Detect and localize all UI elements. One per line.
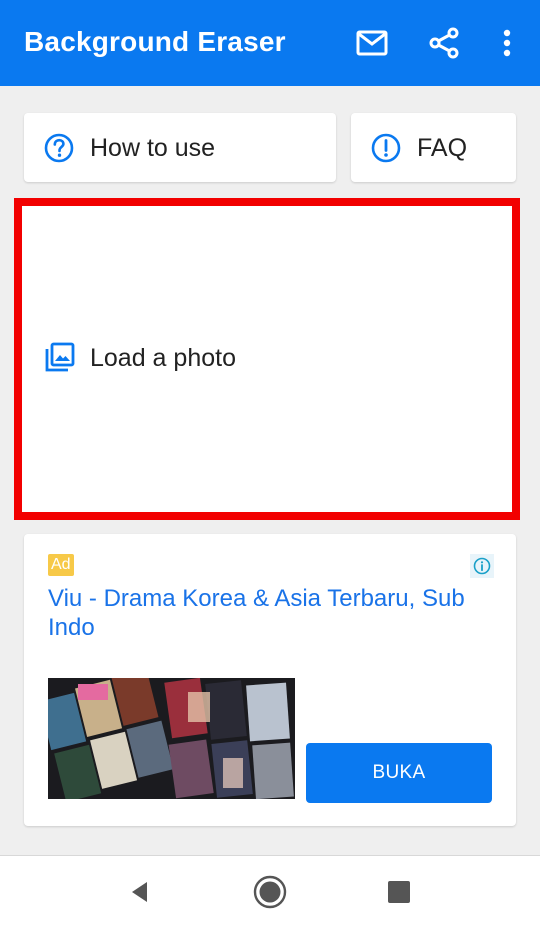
mail-icon: [356, 30, 388, 56]
ad-info-button[interactable]: [470, 554, 494, 578]
back-button[interactable]: [122, 874, 158, 910]
ad-card[interactable]: Ad Viu - Drama Korea & Asia Terbaru, Sub…: [24, 534, 516, 826]
ad-headline[interactable]: Viu - Drama Korea & Asia Terbaru, Sub In…: [48, 584, 498, 642]
home-icon: [253, 875, 287, 909]
ad-badge: Ad: [48, 554, 74, 576]
exclamation-circle-icon: [371, 133, 401, 163]
app-title: Background Eraser: [24, 26, 286, 57]
ad-cta-button[interactable]: BUKA: [306, 743, 492, 803]
how-to-use-label: How to use: [90, 134, 216, 162]
mail-button[interactable]: [354, 25, 390, 61]
how-to-use-button[interactable]: How to use: [24, 113, 336, 182]
drama-posters-image: [48, 678, 295, 799]
faq-label: FAQ: [417, 134, 468, 162]
load-photo-label: Load a photo: [90, 344, 236, 372]
more-options-button[interactable]: [489, 25, 525, 61]
faq-button[interactable]: FAQ: [351, 113, 516, 182]
share-button[interactable]: [426, 25, 462, 61]
help-circle-icon: [44, 133, 74, 163]
recents-icon: [388, 881, 410, 903]
info-icon: [473, 557, 491, 575]
photo-library-icon: [45, 342, 75, 372]
share-icon: [429, 27, 459, 59]
recents-button[interactable]: [381, 874, 417, 910]
back-icon: [132, 882, 147, 902]
ad-image[interactable]: [48, 678, 295, 799]
home-button[interactable]: [252, 874, 288, 910]
app-bar: Background Eraser: [0, 0, 540, 86]
more-vert-icon: [503, 29, 511, 57]
system-nav-bar: [0, 855, 540, 926]
load-photo-button[interactable]: Load a photo: [14, 198, 520, 520]
